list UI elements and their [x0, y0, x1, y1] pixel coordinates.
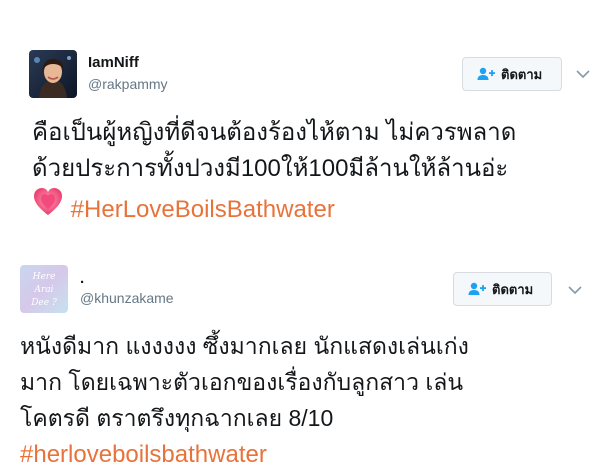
user-handle[interactable]: @khunzakame — [80, 290, 174, 306]
hashtag-row: #HerLoveBoilsBathwater — [32, 187, 516, 228]
hashtag-row: #herloveboilsbathwater — [20, 436, 469, 473]
sparkling-heart-icon — [34, 188, 62, 215]
hashtag-link[interactable]: #herloveboilsbathwater — [20, 441, 267, 468]
tweet-2: Here Arai Dee ? . @khunzakame ติดตาม หนั… — [0, 240, 600, 475]
avatar-text: Here — [32, 272, 56, 282]
display-name[interactable]: . — [80, 270, 84, 287]
user-handle[interactable]: @rakpammy — [88, 76, 168, 92]
chevron-down-icon[interactable] — [573, 64, 593, 84]
avatar[interactable]: Here Arai Dee ? — [20, 265, 68, 313]
chevron-down-icon[interactable] — [565, 280, 585, 300]
avatar-text: Arai — [33, 285, 53, 295]
hashtag-link[interactable]: #HerLoveBoilsBathwater — [71, 196, 335, 223]
follow-button-label: ติดตาม — [501, 66, 543, 82]
tweet-text-line: หนังดีมาก แงงงงง ซึ้งมากเลย นักแสดงเล่นเ… — [20, 333, 469, 359]
tweet-text: หนังดีมาก แงงงงง ซึ้งมากเลย นักแสดงเล่นเ… — [20, 328, 469, 473]
display-name[interactable]: IamNiff — [88, 54, 139, 71]
follow-button[interactable]: ติดตาม — [462, 57, 562, 91]
follow-button-label: ติดตาม — [492, 281, 534, 297]
avatar[interactable] — [29, 50, 77, 98]
add-user-icon — [468, 282, 486, 295]
add-user-icon — [477, 67, 495, 80]
tweet-text: คือเป็นผู้หญิงที่ดีจนต้องร้องไห้ตาม ไม่ค… — [32, 115, 516, 228]
avatar-text: Dee ? — [30, 298, 57, 308]
tweet-1: IamNiff @rakpammy ติดตาม คือเป็นผู้หญิงท… — [0, 0, 600, 240]
tweet-text-line: มาก โดยเฉพาะตัวเอกของเรื่องกับลูกสาว เล่… — [20, 369, 464, 395]
tweet-text-line: โคตรดี ตราตรึงทุกฉากเลย 8/10 — [20, 405, 334, 431]
tweet-text-line: คือเป็นผู้หญิงที่ดีจนต้องร้องไห้ตาม ไม่ค… — [32, 119, 517, 146]
follow-button[interactable]: ติดตาม — [453, 272, 552, 306]
tweet-text-line: ด้วยประการทั้งปวงมี100ให้100มีล้านให้ล้า… — [32, 155, 509, 182]
